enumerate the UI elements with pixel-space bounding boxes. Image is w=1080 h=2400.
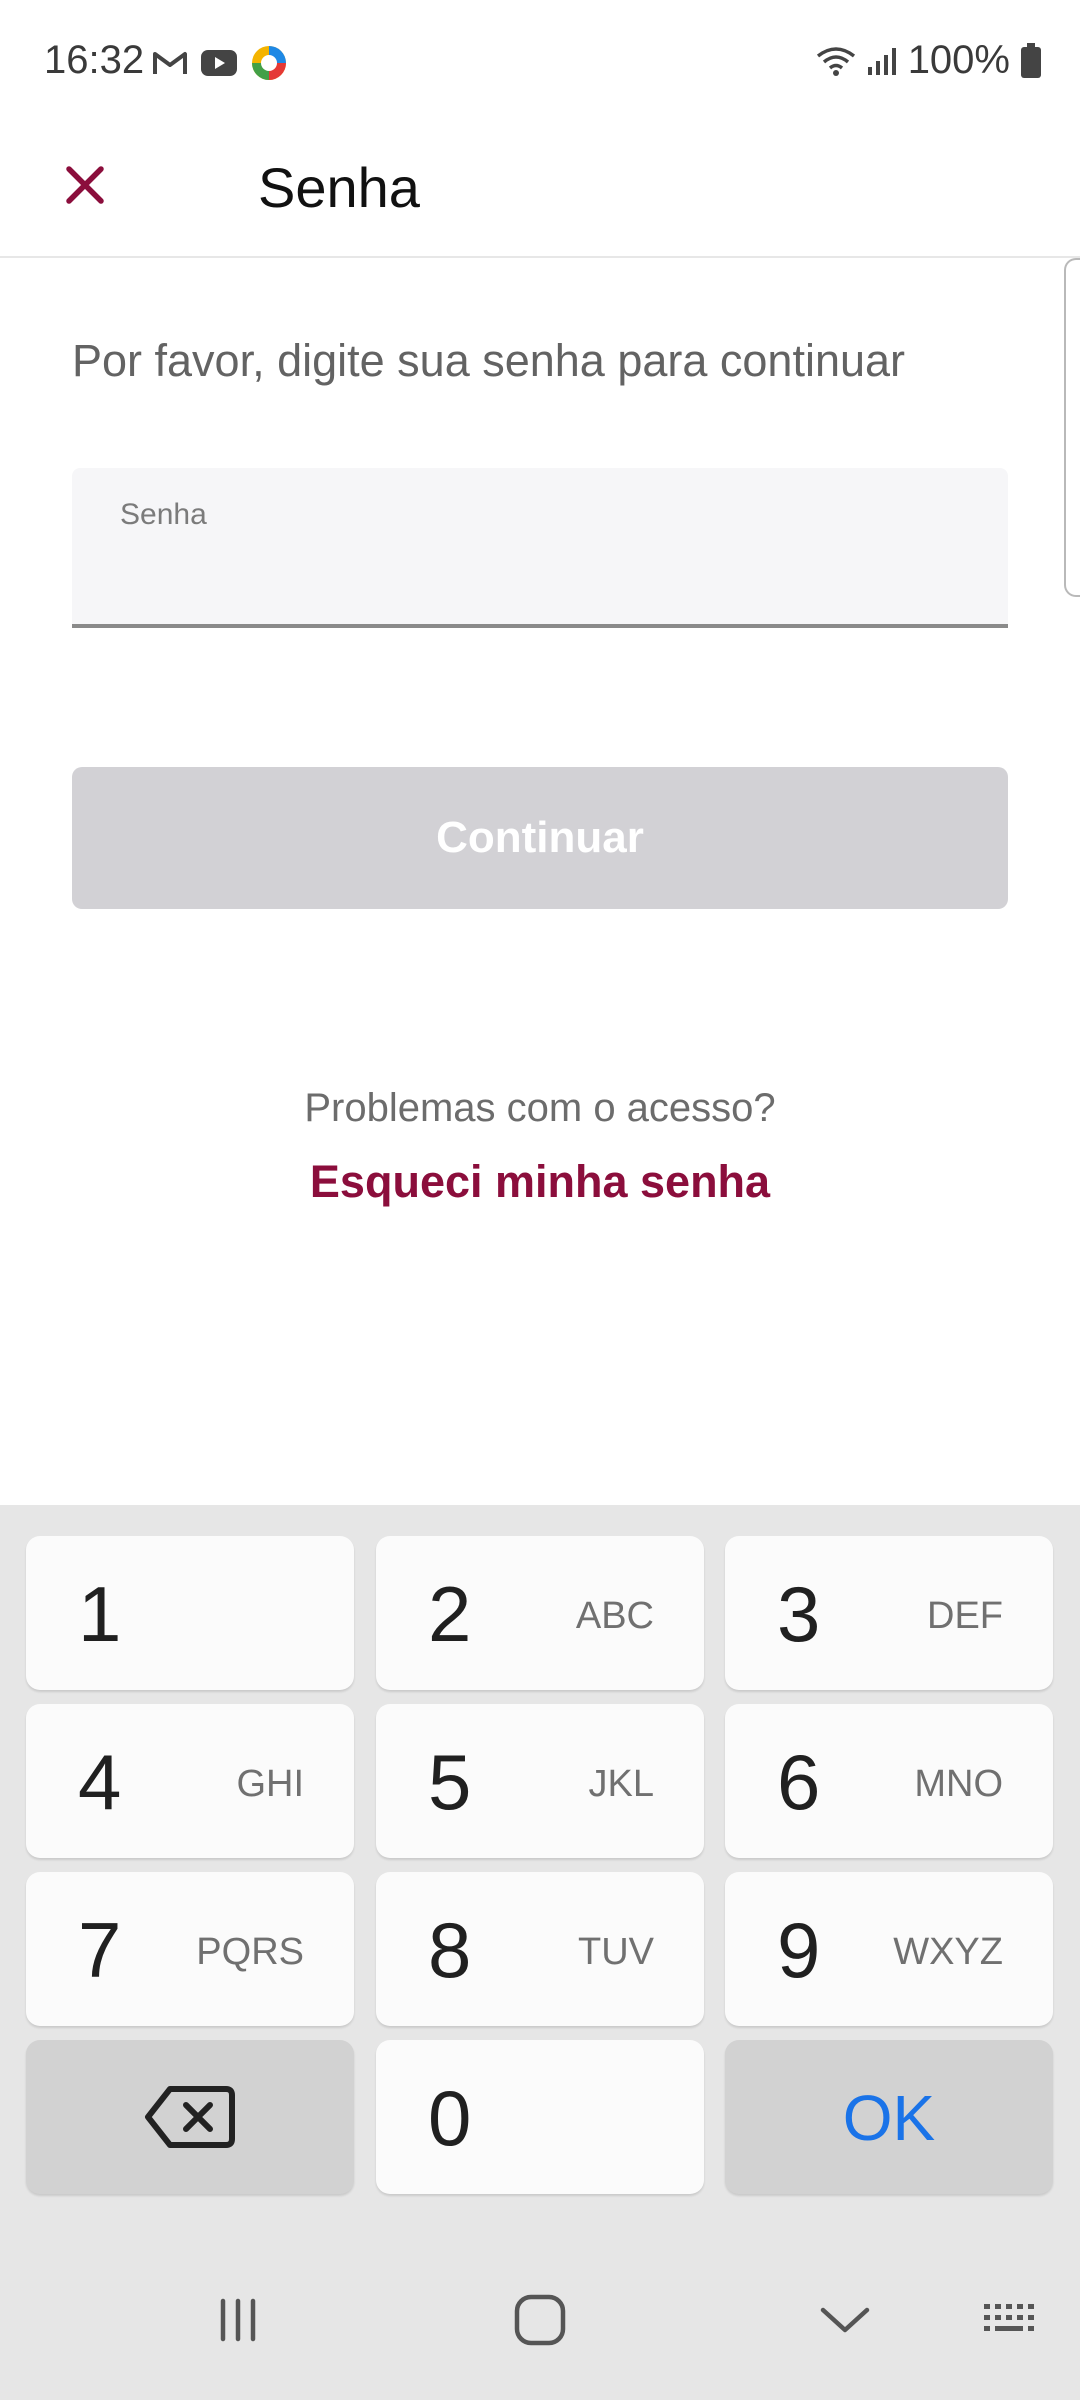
signal-icon <box>867 47 896 75</box>
key-2[interactable]: 2 ABC <box>376 1536 704 1690</box>
forgot-password-link[interactable]: Esqueci minha senha <box>0 1156 1080 1208</box>
key-letters: GHI <box>236 1763 304 1805</box>
key-letters: ABC <box>575 1595 654 1637</box>
key-digit: 5 <box>428 1738 472 1826</box>
recents-button[interactable] <box>178 2270 298 2370</box>
password-label: Senha <box>120 498 207 531</box>
key-letters: DEF <box>927 1595 1003 1637</box>
scroll-edge-indicator <box>1064 258 1080 597</box>
key-digit: 4 <box>78 1738 122 1826</box>
key-0[interactable]: 0 <box>376 2040 704 2194</box>
key-8[interactable]: 8 TUV <box>376 1872 704 2026</box>
key-digit: 8 <box>428 1906 472 1994</box>
status-time: 16:32 <box>44 38 145 82</box>
gmail-icon <box>153 52 187 74</box>
keyboard-switch-icon <box>984 2304 1034 2331</box>
key-letters: MNO <box>914 1763 1003 1805</box>
home-button[interactable] <box>480 2270 600 2370</box>
continue-button[interactable]: Continuar <box>72 767 1008 909</box>
status-bar: 16:32 100% <box>0 0 1080 126</box>
ok-key[interactable]: OK <box>725 2040 1053 2194</box>
close-icon <box>66 166 104 204</box>
key-1[interactable]: 1 <box>26 1536 354 1690</box>
key-letters: PQRS <box>196 1931 304 1973</box>
ok-label: OK <box>842 2082 936 2154</box>
key-digit: 7 <box>78 1906 122 1994</box>
key-digit: 0 <box>428 2074 472 2162</box>
key-digit: 6 <box>777 1738 821 1826</box>
key-4[interactable]: 4 GHI <box>26 1704 354 1858</box>
key-5[interactable]: 5 JKL <box>376 1704 704 1858</box>
battery-percentage: 100% <box>907 38 1010 82</box>
system-status: 100% <box>816 38 1042 83</box>
keyboard-switch-button[interactable] <box>952 2270 1072 2370</box>
key-digit: 2 <box>428 1570 472 1658</box>
close-button[interactable] <box>50 150 120 220</box>
key-3[interactable]: 3 DEF <box>725 1536 1053 1690</box>
recents-icon <box>220 2298 256 2342</box>
key-6[interactable]: 6 MNO <box>725 1704 1053 1858</box>
key-digit: 9 <box>777 1906 821 1994</box>
key-7[interactable]: 7 PQRS <box>26 1872 354 2026</box>
access-help-text: Problemas com o acesso? <box>304 1086 776 1130</box>
battery-icon <box>1021 42 1041 78</box>
backspace-icon <box>145 2086 235 2148</box>
notification-icons <box>152 44 288 82</box>
key-digit: 3 <box>777 1570 821 1658</box>
wifi-icon <box>816 46 855 76</box>
page-title: Senha <box>258 156 420 219</box>
key-9[interactable]: 9 WXYZ <box>725 1872 1053 2026</box>
app-icon <box>252 46 286 80</box>
key-letters: JKL <box>588 1763 654 1805</box>
app-header: Senha <box>0 126 1080 258</box>
back-down-icon <box>820 2307 870 2333</box>
password-input[interactable] <box>120 548 964 606</box>
home-icon <box>514 2294 566 2346</box>
navigation-bar <box>0 2250 1080 2400</box>
password-prompt: Por favor, digite sua senha para continu… <box>72 335 906 386</box>
youtube-icon <box>201 50 237 76</box>
key-letters: TUV <box>578 1931 654 1973</box>
hide-keyboard-button[interactable] <box>785 2270 905 2370</box>
password-field[interactable]: Senha <box>72 468 1008 628</box>
key-digit: 1 <box>78 1570 122 1658</box>
key-letters: WXYZ <box>893 1931 1003 1973</box>
backspace-key[interactable] <box>26 2040 354 2194</box>
